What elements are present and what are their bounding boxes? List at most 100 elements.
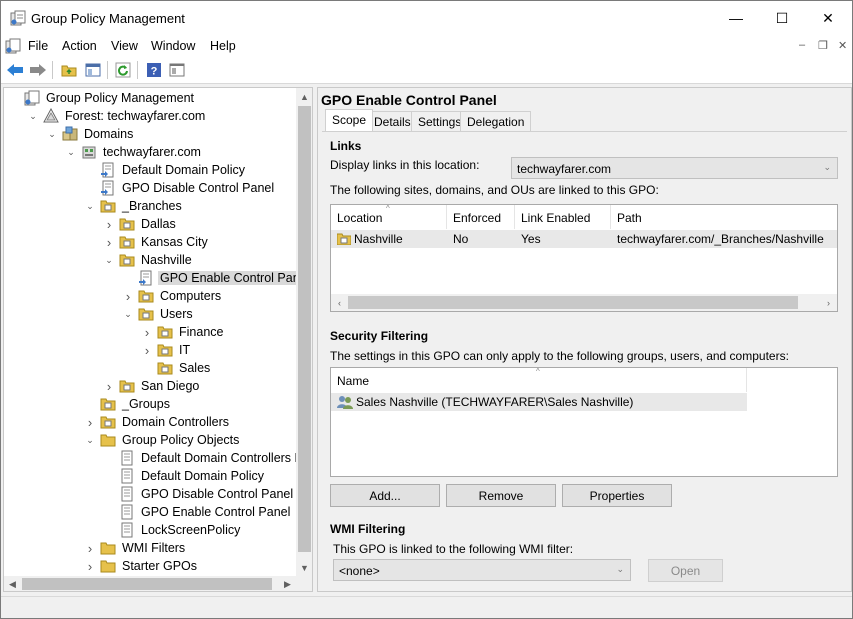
wmi-filter-value: <none>	[339, 564, 380, 578]
tree-horizontal-scrollbar[interactable]: ◀ ▶	[4, 576, 296, 591]
tree-item[interactable]: GPO Enable Control Panel	[122, 269, 312, 287]
remove-button[interactable]: Remove	[446, 484, 556, 507]
tab-delegation[interactable]: Delegation	[460, 111, 532, 131]
chevron-right-icon[interactable]: ›	[103, 379, 115, 394]
show-hide-tree-button[interactable]	[83, 60, 103, 80]
tree-item[interactable]: Sales	[141, 359, 212, 377]
refresh-button[interactable]	[113, 60, 133, 80]
chevron-right-icon[interactable]: ›	[103, 217, 115, 232]
links-horizontal-scrollbar[interactable]: ‹ ›	[331, 294, 837, 311]
mdi-minimize-button[interactable]: –	[799, 39, 805, 51]
tree-item[interactable]: Group Policy Management	[8, 89, 196, 107]
tree-item[interactable]: › Finance	[141, 323, 225, 341]
tree-item[interactable]: ⌄ Group Policy Objects	[84, 431, 241, 449]
tree-item[interactable]: Default Domain Policy	[84, 161, 247, 179]
tree-item[interactable]: › WMI Filters	[84, 539, 187, 557]
column-name[interactable]: ^ Name	[331, 368, 747, 392]
security-filtering-description: The settings in this GPO can only apply …	[330, 349, 789, 363]
tree-item[interactable]: GPO Disable Control Panel	[84, 179, 276, 197]
tree-vscroll-thumb[interactable]	[298, 106, 311, 552]
chevron-right-icon[interactable]: ›	[141, 343, 153, 358]
wmi-filter-combobox[interactable]: <none> ⌄	[333, 559, 631, 581]
chevron-right-icon[interactable]: ›	[84, 541, 96, 556]
mdi-restore-button[interactable]: ❐	[818, 39, 828, 52]
chevron-down-icon[interactable]: ⌄	[84, 201, 96, 212]
security-principal-name: Sales Nashville (TECHWAYFARER\Sales Nash…	[356, 395, 634, 409]
tree-item[interactable]: › San Diego	[103, 377, 201, 395]
close-button[interactable]: ✕	[805, 1, 851, 35]
tree-hscroll-thumb[interactable]	[22, 578, 272, 590]
toolbar-separator	[137, 61, 138, 79]
tree-item[interactable]: ⌄ Domains	[46, 125, 135, 143]
chevron-right-icon[interactable]: ›	[122, 289, 134, 304]
links-hscroll-thumb[interactable]	[348, 296, 798, 309]
tree-item[interactable]: GPO Disable Control Panel	[103, 485, 295, 503]
chevron-down-icon[interactable]: ⌄	[65, 147, 77, 158]
tree-item[interactable]: Default Domain Policy	[103, 467, 266, 485]
table-row[interactable]: Sales Nashville (TECHWAYFARER\Sales Nash…	[331, 393, 747, 411]
column-enforced[interactable]: Enforced	[447, 205, 515, 229]
menu-action[interactable]: Action	[62, 39, 97, 53]
mdi-close-button[interactable]: ✕	[838, 39, 847, 52]
location-combobox[interactable]: techwayfarer.com ⌄	[511, 157, 838, 179]
chevron-down-icon[interactable]: ⌄	[84, 435, 96, 446]
tree-item[interactable]: _Groups	[84, 395, 172, 413]
gpo-link-icon	[100, 162, 116, 178]
tree-item[interactable]: GPO Enable Control Panel	[103, 503, 292, 521]
chevron-down-icon[interactable]: ⌄	[103, 255, 115, 266]
open-button[interactable]: Open	[648, 559, 723, 582]
tree-vertical-scrollbar[interactable]: ▲ ▼	[296, 88, 312, 576]
chevron-right-icon[interactable]: ›	[84, 559, 96, 574]
chevron-right-icon[interactable]: ›	[141, 325, 153, 340]
tree-item[interactable]: › Starter GPOs	[84, 557, 199, 575]
security-listview[interactable]: ^ Name Sales Nashville (TECHWAYFARER\Sal…	[330, 367, 838, 477]
forward-button[interactable]	[28, 60, 48, 80]
scroll-left-icon[interactable]: ‹	[331, 294, 348, 311]
tree-item[interactable]: ⌄ _Branches	[84, 197, 184, 215]
tree-item-label: _Branches	[122, 199, 182, 213]
add-button[interactable]: Add...	[330, 484, 440, 507]
menu-help[interactable]: Help	[210, 39, 236, 53]
scroll-up-icon[interactable]: ▲	[296, 88, 312, 105]
scroll-corner	[296, 576, 312, 591]
table-row[interactable]: Nashville No Yes techwayfarer.com/_Branc…	[331, 230, 837, 248]
scroll-down-icon[interactable]: ▼	[296, 559, 312, 576]
tree-item[interactable]: › Computers	[122, 287, 223, 305]
tree-item[interactable]: ⌄ Forest: techwayfarer.com	[27, 107, 207, 125]
scroll-left-icon[interactable]: ◀	[4, 576, 21, 591]
scroll-right-icon[interactable]: ▶	[279, 576, 296, 591]
maximize-button[interactable]: ☐	[759, 1, 805, 35]
minimize-button[interactable]: —	[713, 1, 759, 35]
tree-item[interactable]: ⌄ Nashville	[103, 251, 194, 269]
tab-scope[interactable]: Scope	[325, 109, 374, 131]
tree-item[interactable]: LockScreenPolicy	[103, 521, 242, 539]
properties-button[interactable]	[167, 60, 187, 80]
help-button[interactable]: ?	[144, 60, 164, 80]
menu-file[interactable]: File	[28, 39, 48, 53]
tree-item[interactable]: ⌄ Users	[122, 305, 195, 323]
chevron-right-icon[interactable]: ›	[103, 235, 115, 250]
tree-item[interactable]: › IT	[141, 341, 192, 359]
menu-view[interactable]: View	[111, 39, 138, 53]
properties-button[interactable]: Properties	[562, 484, 672, 507]
column-link-enabled[interactable]: Link Enabled	[515, 205, 611, 229]
chevron-down-icon[interactable]: ⌄	[27, 111, 39, 122]
tree-item[interactable]: Default Domain Controllers Policy	[103, 449, 312, 467]
chevron-right-icon[interactable]: ›	[84, 415, 96, 430]
column-location[interactable]: ^ Location	[331, 205, 447, 229]
back-button[interactable]	[5, 60, 25, 80]
tree-item[interactable]: › Dallas	[103, 215, 178, 233]
tree-item[interactable]: ⌄ techwayfarer.com	[65, 143, 203, 161]
tree-item[interactable]: › Domain Controllers	[84, 413, 231, 431]
links-listview[interactable]: ^ Location Enforced Link Enabled Path Na…	[330, 204, 838, 312]
folder-icon	[100, 558, 116, 574]
tree-item[interactable]: › Kansas City	[103, 233, 210, 251]
up-folder-button[interactable]	[59, 60, 79, 80]
chevron-down-icon[interactable]: ⌄	[46, 129, 58, 140]
scroll-right-icon[interactable]: ›	[820, 294, 837, 311]
console-doc-icon[interactable]	[5, 38, 21, 54]
column-path[interactable]: Path	[611, 205, 837, 229]
menu-window[interactable]: Window	[151, 39, 195, 53]
chevron-down-icon[interactable]: ⌄	[122, 309, 134, 320]
back-icon	[7, 64, 23, 76]
